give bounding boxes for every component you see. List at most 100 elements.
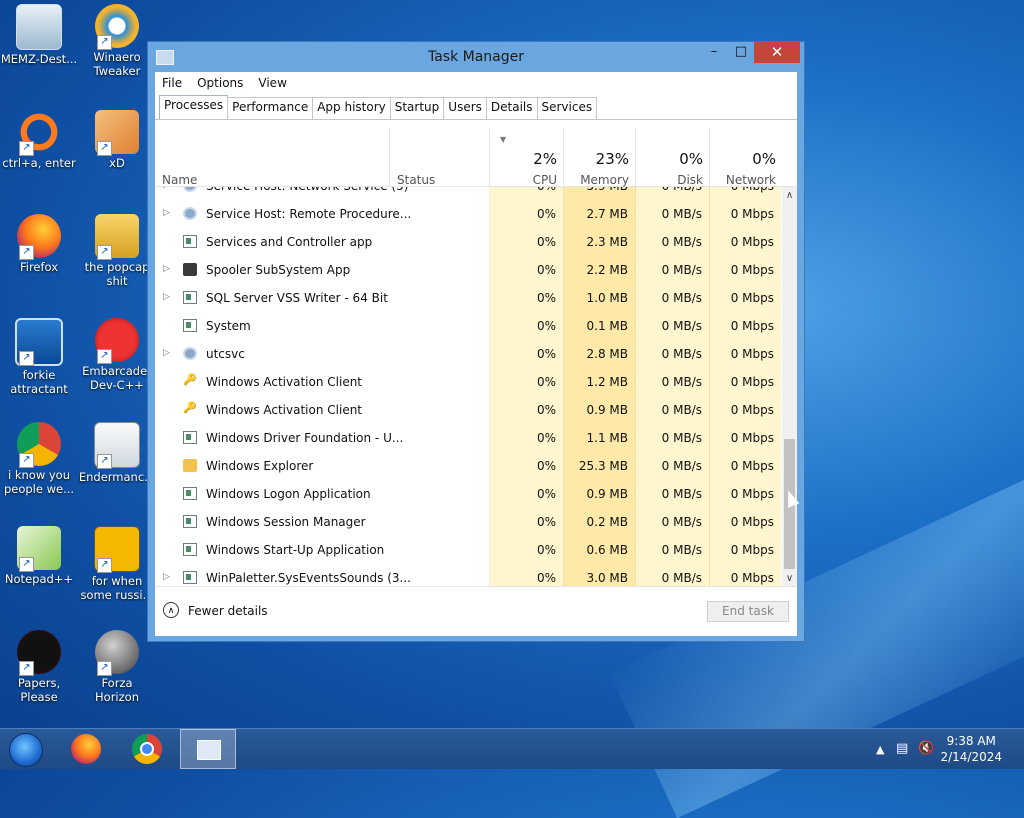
column-disk-header[interactable]: 0% Disk: [635, 129, 710, 187]
desktop-shortcut[interactable]: ↗ forkie attractant: [0, 318, 78, 396]
menu-view[interactable]: View: [258, 76, 286, 90]
fewer-details-link[interactable]: Fewer details: [188, 604, 268, 618]
table-row[interactable]: Windows Driver Foundation - U... 0% 1.1 MB…: [155, 425, 781, 453]
desktop-shortcut[interactable]: ↗Forza Horizon 5.exe: [78, 630, 156, 706]
table-row[interactable]: System 0% 0.1 MB 0 MB/s 0 Mbps: [155, 313, 781, 341]
process-cpu: 0%: [536, 543, 556, 557]
window-icon: ↗: [94, 422, 140, 469]
table-row[interactable]: 🔑 Windows Activation Client 0% 1.2 MB 0 MB/s…: [155, 369, 781, 397]
column-name-header[interactable]: Name: [162, 173, 197, 187]
tab-details[interactable]: Details: [485, 97, 538, 119]
table-row[interactable]: ▷ Service Host: Network Service (5) 0% 5.9 …: [155, 187, 781, 201]
process-cpu: 0%: [536, 375, 556, 389]
key-icon: 🔑: [183, 401, 197, 414]
column-network-header[interactable]: 0% Network: [709, 129, 783, 187]
tab-services[interactable]: Services: [536, 97, 598, 119]
orange-ring-icon: ↗: [17, 110, 61, 156]
table-row[interactable]: Services and Controller app 0% 2.3 MB 0 MB/…: [155, 229, 781, 257]
tab-performance[interactable]: Performance: [227, 97, 314, 119]
table-row[interactable]: Windows Session Manager 0% 0.2 MB 0 MB/s 0 M…: [155, 509, 781, 537]
clock-date: 2/14/2024: [940, 750, 1002, 764]
desktop-shortcut[interactable]: ↗ Firefox: [0, 214, 78, 274]
desktop-shortcut[interactable]: ↗ the popcap shit: [78, 214, 156, 288]
desktop-shortcut-label: Forza Horizon 5.exe: [95, 676, 139, 706]
table-row[interactable]: Windows Logon Application 0% 0.9 MB 0 MB/s 0…: [155, 481, 781, 509]
expand-chevron-icon[interactable]: ▷: [163, 292, 170, 302]
windows-orb-icon: [9, 733, 43, 767]
scroll-up-icon[interactable]: ∧: [782, 190, 797, 201]
menu-file[interactable]: File: [162, 76, 182, 90]
taskbar-chrome[interactable]: [119, 729, 175, 769]
vertical-scrollbar[interactable]: ∧ ∨: [782, 187, 797, 586]
close-button[interactable]: ✕: [754, 42, 800, 63]
process-cpu: 0%: [536, 487, 556, 501]
process-name: Spooler SubSystem App: [206, 263, 351, 277]
desktop-shortcut[interactable]: ↗ for when some russi...: [78, 526, 156, 602]
table-row[interactable]: Windows Explorer 0% 25.3 MB 0 MB/s 0 Mbps: [155, 453, 781, 481]
desktop-shortcut[interactable]: ↗ i know you people we...: [0, 422, 78, 496]
shortcut-arrow-icon: ↗: [19, 351, 34, 366]
disk-total: 0%: [679, 150, 703, 168]
end-task-button[interactable]: End task: [707, 601, 789, 622]
tab-startup[interactable]: Startup: [389, 97, 445, 119]
column-cpu-header[interactable]: ▼ 2% CPU: [489, 129, 564, 187]
process-name: utcsvc: [206, 347, 245, 361]
column-memory-header[interactable]: 23% Memory: [563, 129, 636, 187]
app-icon: [183, 319, 197, 332]
process-name: WinPaletter.SysEventsSounds (3...: [206, 571, 411, 585]
volume-muted-icon[interactable]: 🔇: [918, 741, 934, 756]
show-hidden-icons-icon[interactable]: ▲: [876, 743, 884, 756]
process-memory: 3.0 MB: [586, 571, 628, 585]
tab-app-history[interactable]: App history: [312, 97, 391, 119]
table-row[interactable]: 🔑 Windows Activation Client 0% 0.9 MB 0 MB/s…: [155, 397, 781, 425]
taskbar-task-manager[interactable]: [180, 729, 236, 769]
table-row[interactable]: ▷ WinPaletter.SysEventsSounds (3... 0% 3.0 …: [155, 565, 781, 587]
network-icon[interactable]: ▤: [896, 741, 908, 756]
desktop-shortcut[interactable]: ↗ Endermanc...: [78, 422, 156, 484]
tab-users[interactable]: Users: [443, 97, 487, 119]
expand-chevron-icon[interactable]: ▷: [163, 187, 170, 190]
menu-options[interactable]: Options: [197, 76, 243, 90]
expand-chevron-icon[interactable]: ▷: [163, 348, 170, 358]
minimize-button[interactable]: –: [701, 42, 727, 63]
shortcut-arrow-icon: ↗: [19, 453, 34, 468]
process-disk: 0 MB/s: [661, 571, 702, 585]
desktop-shortcut[interactable]: ↗ Winaero Tweaker: [78, 4, 156, 78]
desktop-shortcut[interactable]: ↗ ctrl+a, enter: [0, 110, 78, 170]
desktop-shortcut[interactable]: ↗ Notepad++: [0, 526, 78, 586]
table-row[interactable]: Windows Start-Up Application 0% 0.6 MB 0 MB…: [155, 537, 781, 565]
process-network: 0 Mbps: [730, 403, 774, 417]
desktop-shortcut[interactable]: ↗ Embarcader Dev-C++: [78, 318, 156, 392]
maximize-button[interactable]: □: [728, 42, 754, 63]
start-button[interactable]: [6, 732, 46, 767]
table-row[interactable]: ▷ Service Host: Remote Procedure... 0% 2.7 …: [155, 201, 781, 229]
app-icon: [183, 291, 197, 304]
desktop-shortcut[interactable]: MEMZ-Dest...: [0, 4, 78, 66]
desktop-shortcut[interactable]: ↗ Papers, Please: [0, 630, 78, 704]
chevron-up-icon[interactable]: ∧: [163, 602, 179, 618]
process-name: Windows Explorer: [206, 459, 314, 473]
table-row[interactable]: ▷ utcsvc 0% 2.8 MB 0 MB/s 0 Mbps: [155, 341, 781, 369]
column-status-header[interactable]: Status: [389, 129, 490, 187]
taskbar-firefox[interactable]: [58, 729, 114, 769]
desktop-shortcut-label: the popcap shit: [84, 260, 150, 288]
tab-processes[interactable]: Processes: [159, 95, 229, 119]
table-row[interactable]: ▷ Spooler SubSystem App 0% 2.2 MB 0 MB/s 0 Mb…: [155, 257, 781, 285]
process-network: 0 Mbps: [730, 515, 774, 529]
table-row[interactable]: ▷ SQL Server VSS Writer - 64 Bit 0% 1.0 MB 0…: [155, 285, 781, 313]
process-disk: 0 MB/s: [661, 543, 702, 557]
shortcut-arrow-icon: ↗: [19, 141, 34, 156]
system-tray: ▲ ▤ 🔇 9:38 AM 2/14/2024: [874, 729, 1024, 769]
expand-chevron-icon[interactable]: ▷: [163, 264, 170, 274]
desktop-shortcut[interactable]: ↗ xD: [78, 110, 156, 170]
process-cpu: 0%: [536, 403, 556, 417]
process-cpu: 0%: [536, 515, 556, 529]
folder-icon: [183, 459, 197, 472]
column-header: Name Status ▼ 2% CPU 23% Memory 0% Disk …: [155, 129, 797, 187]
expand-chevron-icon[interactable]: ▷: [163, 208, 170, 218]
expand-chevron-icon[interactable]: ▷: [163, 572, 170, 582]
clock[interactable]: 9:38 AM 2/14/2024: [940, 733, 1002, 765]
printer-icon: [183, 263, 197, 276]
title-bar[interactable]: Task Manager – □ ✕: [148, 42, 804, 72]
scroll-down-icon[interactable]: ∨: [782, 573, 797, 584]
